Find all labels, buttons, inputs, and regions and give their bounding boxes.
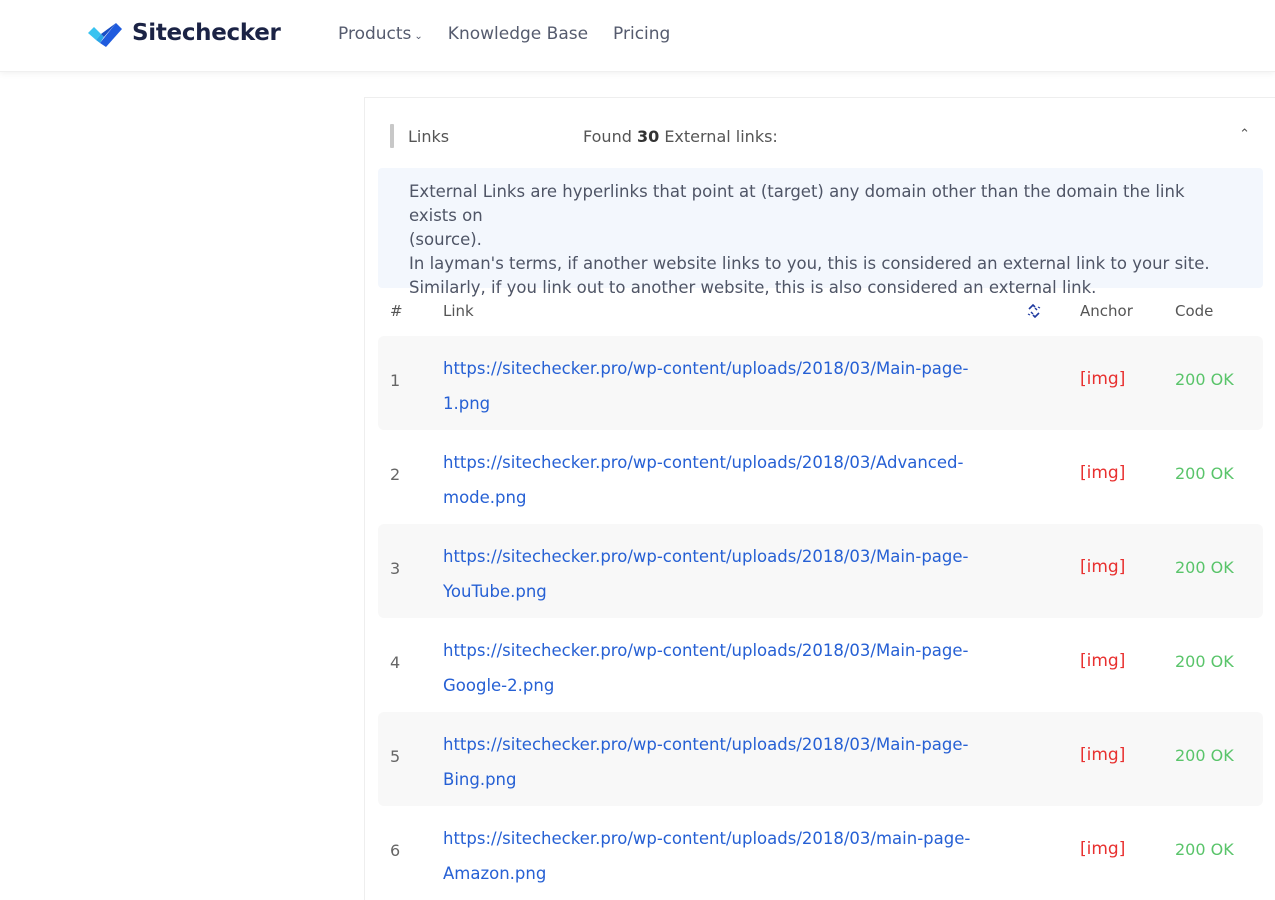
status-code: 200 OK: [1175, 840, 1234, 859]
external-link[interactable]: https://sitechecker.pro/wp-content/uploa…: [443, 351, 988, 421]
row-number: 2: [390, 465, 401, 484]
description-line: In layman's terms, if another website li…: [409, 254, 1210, 273]
logo[interactable]: Sitechecker: [88, 18, 281, 48]
row-number: 6: [390, 841, 401, 860]
status-code: 200 OK: [1175, 558, 1234, 577]
link-text-line2: YouTube.png: [443, 582, 547, 601]
row-number: 5: [390, 747, 401, 766]
links-table-body: 1 https://sitechecker.pro/wp-content/upl…: [378, 336, 1263, 900]
external-link[interactable]: https://sitechecker.pro/wp-content/uploa…: [443, 633, 988, 703]
external-link[interactable]: https://sitechecker.pro/wp-content/uploa…: [443, 727, 988, 797]
description-line: External Links are hyperlinks that point…: [409, 182, 1185, 225]
broken-link-icon: [1027, 303, 1041, 323]
status-code: 200 OK: [1175, 370, 1234, 389]
site-header: Sitechecker Products ⌄ Knowledge Base Pr…: [0, 0, 1275, 72]
external-link[interactable]: https://sitechecker.pro/wp-content/uploa…: [443, 445, 988, 515]
logo-text: Sitechecker: [132, 20, 281, 46]
nav-products[interactable]: Products ⌄: [338, 24, 423, 44]
section-accent-bar: [390, 124, 394, 148]
description-line: (source).: [409, 230, 482, 249]
link-text-line1: https://sitechecker.pro/wp-content/uploa…: [443, 829, 971, 848]
section-header[interactable]: Links Found 30 External links: ⌃: [390, 124, 1250, 148]
status-code: 200 OK: [1175, 652, 1234, 671]
chevron-up-icon[interactable]: ⌃: [1239, 126, 1250, 142]
found-summary: Found 30 External links:: [583, 127, 778, 146]
description-box: External Links are hyperlinks that point…: [378, 168, 1263, 297]
table-row: 2 https://sitechecker.pro/wp-content/upl…: [378, 430, 1263, 524]
found-suffix: External links:: [664, 127, 778, 146]
row-number: 1: [390, 371, 401, 390]
link-text-line2: Google-2.png: [443, 676, 555, 695]
table-header: # Link Anchor Code: [378, 298, 1263, 324]
anchor-value: [img]: [1080, 463, 1126, 483]
link-text-line1: https://sitechecker.pro/wp-content/uploa…: [443, 641, 969, 660]
link-text-line1: https://sitechecker.pro/wp-content/uploa…: [443, 359, 969, 378]
table-row: 4 https://sitechecker.pro/wp-content/upl…: [378, 618, 1263, 712]
found-count: 30: [636, 127, 660, 146]
column-header-code: Code: [1175, 302, 1214, 320]
row-number: 4: [390, 653, 401, 672]
link-text-line1: https://sitechecker.pro/wp-content/uploa…: [443, 453, 964, 472]
status-code: 200 OK: [1175, 464, 1234, 483]
logo-mark-icon: [88, 19, 123, 47]
chevron-down-icon: ⌄: [414, 31, 423, 42]
link-text-line1: https://sitechecker.pro/wp-content/uploa…: [443, 547, 969, 566]
nav-pricing[interactable]: Pricing: [613, 24, 670, 44]
row-number: 3: [390, 559, 401, 578]
table-row: 1 https://sitechecker.pro/wp-content/upl…: [378, 336, 1263, 430]
external-link[interactable]: https://sitechecker.pro/wp-content/uploa…: [443, 539, 988, 609]
status-code: 200 OK: [1175, 746, 1234, 765]
anchor-value: [img]: [1080, 745, 1126, 765]
link-text-line2: mode.png: [443, 488, 527, 507]
external-link[interactable]: https://sitechecker.pro/wp-content/uploa…: [443, 821, 988, 891]
nav-pricing-label: Pricing: [613, 24, 671, 44]
table-row: 3 https://sitechecker.pro/wp-content/upl…: [378, 524, 1263, 618]
found-prefix: Found: [583, 127, 632, 146]
anchor-value: [img]: [1080, 651, 1126, 671]
column-header-anchor: Anchor: [1080, 302, 1133, 320]
column-header-link: Link: [443, 302, 474, 320]
section-title: Links: [408, 127, 450, 146]
anchor-value: [img]: [1080, 369, 1126, 389]
table-row: 5 https://sitechecker.pro/wp-content/upl…: [378, 712, 1263, 806]
column-header-num: #: [390, 302, 403, 320]
link-text-line1: https://sitechecker.pro/wp-content/uploa…: [443, 735, 969, 754]
nav-products-label: Products: [338, 24, 412, 44]
main-nav: Products ⌄ Knowledge Base Pricing: [338, 24, 670, 44]
description-line: Similarly, if you link out to another we…: [409, 278, 1097, 297]
anchor-value: [img]: [1080, 839, 1126, 859]
anchor-value: [img]: [1080, 557, 1126, 577]
link-text-line2: Bing.png: [443, 770, 517, 789]
table-row: 6 https://sitechecker.pro/wp-content/upl…: [378, 806, 1263, 900]
nav-knowledge-base-label: Knowledge Base: [447, 24, 589, 44]
links-panel: Links Found 30 External links: ⌃ Externa…: [364, 97, 1275, 900]
nav-knowledge-base[interactable]: Knowledge Base: [448, 24, 588, 44]
link-text-line2: 1.png: [443, 394, 491, 413]
link-text-line2: Amazon.png: [443, 864, 547, 883]
